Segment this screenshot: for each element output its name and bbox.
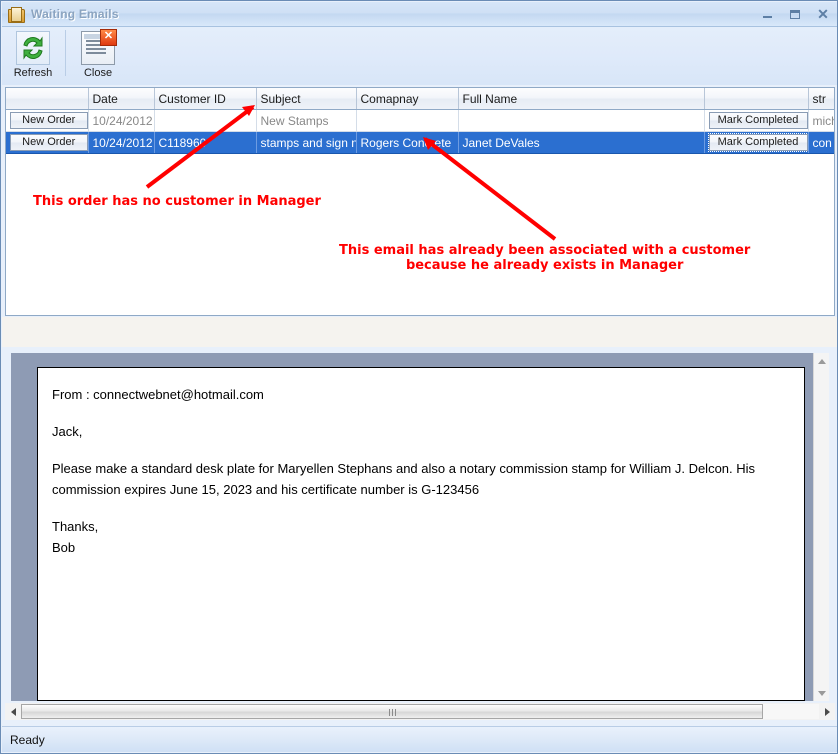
scroll-up-icon[interactable] [814, 353, 829, 369]
mark-completed-cell: Mark Completed [704, 109, 809, 132]
toolbar: Refresh ✕ Close [2, 27, 837, 85]
window-title: Waiting Emails [31, 7, 119, 21]
scrollbar-grip-icon [388, 705, 397, 719]
cell-company: Rogers Concrete [356, 131, 459, 154]
mark-completed-button[interactable]: Mark Completed [707, 133, 807, 152]
cell-date: 10/24/2012 [88, 131, 155, 154]
new-order-cell: New Order [6, 109, 89, 132]
new-order-button[interactable]: New Order [10, 134, 87, 151]
mark-completed-cell: Mark Completed [704, 131, 809, 154]
cell-date: 10/24/2012 [88, 109, 155, 132]
email-greeting: Jack, [52, 424, 83, 439]
cell-extra: con [808, 131, 834, 154]
table-row[interactable]: New Order 10/24/2012 C118960 stamps and … [6, 131, 834, 154]
table-row[interactable]: New Order 10/24/2012 New Stamps Mark Com… [6, 109, 834, 132]
folder-icon [8, 6, 25, 23]
refresh-button-label: Refresh [13, 67, 53, 79]
grid-table: Date Customer ID Subject Comapnay Full N… [6, 88, 834, 154]
grid-header-customer-id[interactable]: Customer ID [154, 88, 257, 110]
grid-header-subject[interactable]: Subject [256, 88, 357, 110]
panel-divider [2, 317, 837, 347]
horizontal-scrollbar[interactable] [5, 703, 835, 720]
email-signature: Bob [52, 540, 76, 555]
grid-header-date[interactable]: Date [88, 88, 155, 110]
status-bar: Ready [2, 726, 837, 752]
cell-extra: mich [808, 109, 834, 132]
horizontal-scrollbar-thumb[interactable] [21, 704, 764, 719]
cell-full-name: Janet DeVales [458, 131, 705, 154]
grid-header-blank[interactable] [6, 88, 89, 110]
grid-header-extra[interactable]: str [808, 88, 834, 110]
maximize-icon[interactable] [782, 4, 808, 24]
title-bar: Waiting Emails ✕ [2, 2, 837, 27]
waiting-emails-grid[interactable]: Date Customer ID Subject Comapnay Full N… [5, 87, 835, 316]
status-text: Ready [10, 732, 45, 747]
refresh-button[interactable]: Refresh [7, 27, 59, 79]
email-preview-frame: From : connectwebnet@hotmail.com Jack, P… [11, 353, 829, 701]
cell-customer-id: C118960 [154, 131, 257, 154]
email-signoff: Thanks, [52, 519, 99, 534]
cell-customer-id [154, 109, 257, 132]
cell-company [356, 109, 459, 132]
email-from-line: From : connectwebnet@hotmail.com [52, 387, 264, 402]
scroll-left-icon[interactable] [5, 703, 21, 720]
scroll-right-icon[interactable] [819, 703, 835, 720]
cell-subject: stamps and sign nee [256, 131, 357, 154]
cell-full-name [458, 109, 705, 132]
grid-header-row: Date Customer ID Subject Comapnay Full N… [6, 88, 834, 110]
waiting-emails-window: Waiting Emails ✕ Refresh ✕ Close Date Cu… [0, 0, 838, 754]
new-order-button[interactable]: New Order [10, 112, 87, 129]
grid-header-full-name[interactable]: Full Name [458, 88, 705, 110]
email-body[interactable]: From : connectwebnet@hotmail.com Jack, P… [37, 367, 805, 701]
refresh-icon [16, 31, 50, 65]
email-body-text: Please make a standard desk plate for Ma… [52, 461, 756, 497]
mark-completed-button[interactable]: Mark Completed [708, 112, 807, 129]
horizontal-scrollbar-track[interactable] [21, 704, 819, 719]
cell-subject: New Stamps [256, 109, 357, 132]
email-vertical-scrollbar[interactable] [813, 353, 829, 701]
close-icon[interactable]: ✕ [810, 4, 836, 24]
close-button[interactable]: ✕ Close [72, 27, 124, 79]
close-window-icon: ✕ [81, 29, 117, 65]
grid-header-company[interactable]: Comapnay [356, 88, 459, 110]
grid-header-action[interactable] [704, 88, 809, 110]
close-button-label: Close [83, 67, 113, 79]
scroll-down-icon[interactable] [814, 685, 829, 701]
toolbar-separator [65, 30, 66, 76]
minimize-icon[interactable] [754, 4, 780, 24]
new-order-cell: New Order [6, 131, 89, 154]
